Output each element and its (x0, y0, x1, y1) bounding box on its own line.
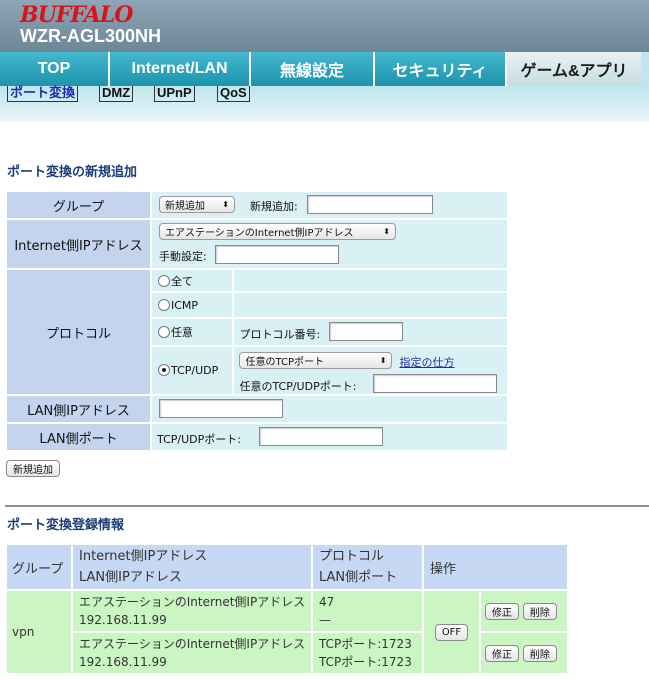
toggle-off-button[interactable]: OFF (434, 623, 469, 641)
radio-icon (158, 274, 170, 287)
row-action-cell: 修正 削除 (481, 591, 567, 631)
protocol-option-tcpudp-label: TCP/UDP (171, 364, 219, 377)
howto-link[interactable]: 指定の仕方 (399, 354, 454, 370)
row-protocol-cell: TCPポート:1723 TCPポート:1723 (313, 633, 422, 673)
row-lan-ip: 192.168.11.99 (79, 655, 167, 669)
protocol-option-any[interactable]: 任意 (152, 319, 233, 345)
protocol-number-input[interactable] (329, 322, 404, 341)
row-ip-cell: エアステーションのInternet側IPアドレス 192.168.11.99 (73, 591, 311, 631)
lan-port-label: LAN側ポート (7, 424, 150, 450)
edit-button[interactable]: 修正 (485, 602, 519, 620)
col-action-header: 操作 (424, 545, 567, 589)
lan-ip-input[interactable] (159, 399, 283, 418)
port-input[interactable] (373, 374, 498, 393)
subtab-qos[interactable]: QoS (217, 86, 250, 102)
subtab-port-forwarding[interactable]: ポート変換 (7, 86, 79, 102)
row-internet-ip: エアステーションのInternet側IPアドレス (79, 595, 306, 609)
new-entry-title: ポート変換の新規追加 (7, 164, 138, 179)
select-arrow-icon: ⬍ (222, 200, 229, 209)
table-row: vpn エアステーションのInternet側IPアドレス 192.168.11.… (7, 591, 567, 673)
protocol-option-icmp-label: ICMP (171, 298, 199, 312)
tab-game-apps[interactable]: ゲーム&アプリ (507, 52, 641, 86)
row-ip-cell: エアステーションのInternet側IPアドレス 192.168.11.99 (73, 633, 311, 673)
protocol-option-all[interactable]: 全て (152, 270, 233, 291)
col-protocol-header-line1: プロトコル (319, 549, 385, 564)
lan-port-input[interactable] (259, 427, 383, 446)
group-new-label: 新規追加: (250, 200, 298, 213)
port-select-value: 任意のTCPポート (245, 357, 324, 368)
manual-ip-input[interactable] (215, 245, 339, 264)
col-ip-header-line1: Internet側IPアドレス (79, 549, 208, 564)
tab-top[interactable]: TOP (0, 52, 110, 86)
tab-security[interactable]: セキュリティ (375, 52, 507, 86)
internet-ip-select-value: エアステーションのInternet側IPアドレス (165, 228, 354, 239)
port-select[interactable]: 任意のTCPポート ⬍ (239, 352, 393, 369)
table-row: エアステーションのInternet側IPアドレス 192.168.11.99 T… (7, 633, 567, 673)
row-toggle-cell: OFF (424, 591, 479, 673)
select-arrow-icon: ⬍ (383, 227, 390, 236)
registered-table: グループ Internet側IPアドレス LAN側IPアドレス プロトコル LA… (5, 543, 569, 675)
group-new-input[interactable] (307, 195, 433, 214)
lan-port-tcpudp-label: TCP/UDPポート: (157, 433, 241, 446)
brand-logo: BUFFALO (20, 2, 133, 28)
row-action-cell: 修正 削除 (481, 633, 567, 673)
group-select[interactable]: 新規追加 ⬍ (159, 196, 235, 213)
select-arrow-icon: ⬍ (379, 356, 387, 365)
internet-ip-select[interactable]: エアステーションのInternet側IPアドレス ⬍ (159, 223, 396, 240)
group-label: グループ (7, 192, 150, 218)
row-protocol-cell: 47 — (313, 591, 422, 631)
subtab-upnp[interactable]: UPnP (154, 86, 195, 102)
radio-selected-icon (158, 364, 170, 376)
sub-tabs: ポート変換 DMZ UPnP QoS (0, 86, 649, 122)
registered-title: ポート変換登録情報 (7, 517, 125, 532)
model-name: WZR-AGL300NH (20, 26, 162, 46)
lan-ip-label: LAN側IPアドレス (7, 396, 150, 422)
divider (5, 505, 649, 507)
port-label: 任意のTCP/UDPポート: (239, 380, 357, 393)
tab-wireless[interactable]: 無線設定 (251, 52, 375, 86)
radio-icon (158, 298, 170, 311)
tab-internet-lan[interactable]: Internet/LAN (110, 52, 251, 86)
protocol-option-icmp[interactable]: ICMP (152, 293, 233, 317)
subtab-dmz[interactable]: DMZ (99, 86, 134, 102)
row-protocol: TCPポート:1723 (319, 637, 412, 651)
col-ip-header-line2: LAN側IPアドレス (79, 570, 182, 585)
protocol-label: プロトコル (7, 270, 150, 394)
protocol-number-label: プロトコル番号: (239, 328, 321, 341)
group-select-value: 新規追加 (165, 201, 205, 212)
protocol-option-all-label: 全て (171, 274, 193, 288)
protocol-option-tcpudp[interactable]: TCP/UDP (152, 347, 233, 394)
delete-button[interactable]: 削除 (522, 602, 557, 620)
row-lan-ip: 192.168.11.99 (79, 613, 167, 627)
col-protocol-header-line2: LAN側ポート (319, 570, 398, 585)
row-lan-port: — (319, 613, 331, 627)
new-entry-form: グループ 新規追加 ⬍ 新規追加: Internet側IPアドレス エアステーショ… (5, 190, 509, 452)
col-group-header: グループ (7, 545, 71, 589)
col-ip-header: Internet側IPアドレス LAN側IPアドレス (73, 545, 311, 589)
row-internet-ip: エアステーションのInternet側IPアドレス (79, 637, 306, 651)
header: BUFFALO WZR-AGL300NH (0, 0, 649, 52)
edit-button[interactable]: 修正 (485, 644, 519, 662)
col-protocol-header: プロトコル LAN側ポート (313, 545, 422, 589)
row-lan-port: TCPポート:1723 (319, 655, 412, 669)
protocol-option-any-label: 任意 (171, 326, 193, 339)
radio-icon (158, 326, 170, 338)
internet-ip-label: Internet側IPアドレス (7, 220, 150, 268)
row-protocol: 47 (319, 595, 335, 609)
main-tabs: TOP Internet/LAN 無線設定 セキュリティ ゲーム&アプリ (0, 52, 649, 86)
add-new-button[interactable]: 新規追加 (6, 460, 60, 477)
delete-button[interactable]: 削除 (522, 644, 557, 662)
row-group: vpn (7, 591, 71, 673)
manual-label: 手動設定: (159, 250, 207, 263)
